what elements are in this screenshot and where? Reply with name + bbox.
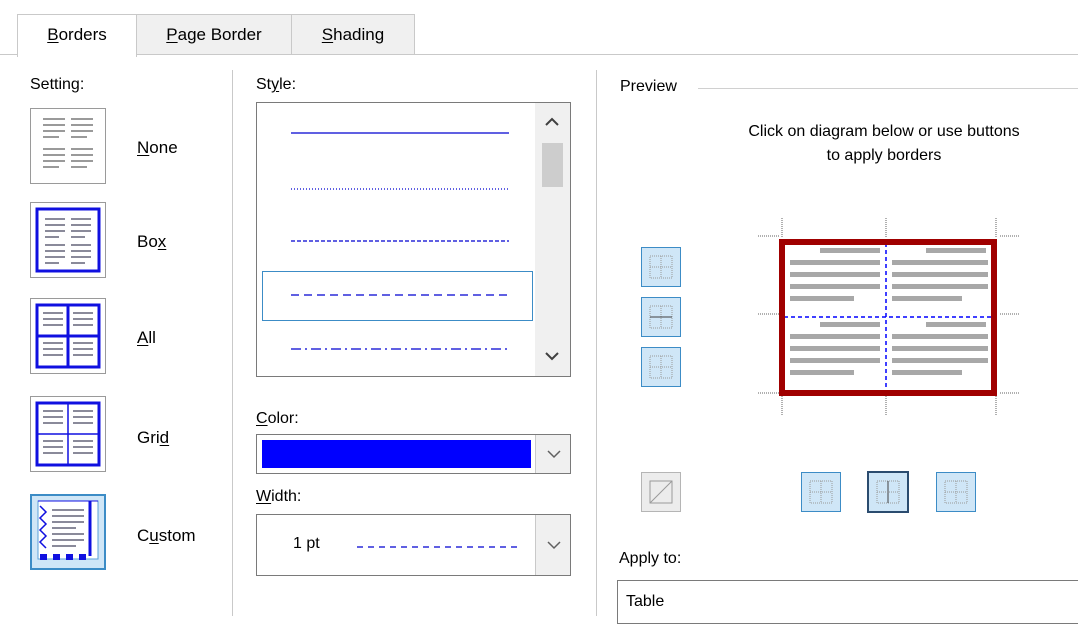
setting-grid-label: Grid	[137, 428, 170, 447]
setting-box-icon	[35, 207, 101, 273]
scroll-down-icon[interactable]	[545, 351, 559, 361]
preview-diagram[interactable]	[756, 216, 1022, 418]
left-border-icon	[809, 480, 833, 504]
style-selected-highlight	[262, 271, 533, 321]
left-border-button[interactable]	[801, 472, 841, 512]
top-border-button[interactable]	[641, 247, 681, 287]
column-divider-1	[232, 70, 233, 616]
preview-instruction-line-2: to apply borders	[826, 147, 942, 164]
color-label: Color:	[256, 410, 299, 427]
top-border-icon	[649, 255, 673, 279]
setting-all-button[interactable]	[30, 298, 106, 374]
setting-all-icon	[35, 303, 101, 369]
color-dropdown-arrow[interactable]	[535, 435, 570, 473]
tab-page-border-rest: age Border	[177, 25, 262, 44]
diagonal-border-icon	[649, 480, 673, 504]
color-dropdown[interactable]	[256, 434, 571, 474]
preview-group-line	[698, 88, 1078, 89]
width-label: Width:	[256, 488, 302, 505]
tab-page-border[interactable]: Page Border	[136, 14, 292, 55]
setting-label: Setting:	[30, 76, 85, 93]
inside-vertical-border-button[interactable]	[867, 471, 909, 513]
setting-grid-button[interactable]	[30, 396, 106, 472]
style-lines	[291, 132, 509, 350]
setting-box-button[interactable]	[30, 202, 106, 278]
chevron-down-icon	[547, 450, 561, 459]
preview-instructions: Click on diagram below or use buttons to…	[690, 120, 1078, 168]
style-scrollbar[interactable]	[535, 103, 570, 376]
preview-label: Preview	[620, 78, 677, 95]
apply-to-value: Table	[626, 593, 665, 610]
style-label: Style:	[256, 76, 297, 93]
bottom-border-icon	[649, 355, 673, 379]
tab-bar: Borders Page Border Shading	[0, 0, 1078, 57]
tab-borders-accel: B	[47, 25, 59, 44]
column-divider-2	[596, 70, 597, 616]
apply-to-dropdown[interactable]: Table	[617, 580, 1078, 624]
tab-shading-rest: hading	[333, 25, 385, 44]
chevron-down-icon	[547, 541, 561, 550]
tab-shading[interactable]: Shading	[291, 14, 415, 55]
width-dropdown-arrow[interactable]	[535, 515, 570, 575]
width-line-sample	[357, 546, 517, 548]
diagonal-border-button[interactable]	[641, 472, 681, 512]
tab-borders[interactable]: Borders	[17, 14, 137, 57]
setting-box-label: Box	[137, 232, 167, 251]
setting-none-button[interactable]	[30, 108, 106, 184]
style-scroll-thumb[interactable]	[542, 143, 563, 187]
width-value: 1 pt	[293, 535, 320, 552]
right-border-icon	[944, 480, 968, 504]
scroll-up-icon[interactable]	[545, 117, 559, 127]
setting-grid-icon	[35, 401, 101, 467]
setting-custom-label: Custom	[137, 526, 196, 545]
tab-divider	[0, 54, 1078, 55]
right-border-button[interactable]	[936, 472, 976, 512]
preview-instruction-line-1: Click on diagram below or use buttons	[748, 123, 1020, 140]
tab-shading-accel: S	[321, 25, 334, 44]
apply-to-label: Apply to:	[619, 550, 682, 567]
setting-none-icon	[43, 118, 93, 168]
bottom-border-button[interactable]	[641, 347, 681, 387]
setting-custom-icon	[37, 500, 99, 560]
tab-borders-rest: orders	[58, 25, 107, 44]
inside-vertical-border-icon	[876, 480, 900, 504]
tab-page-border-accel: P	[166, 25, 178, 44]
style-listbox[interactable]	[256, 102, 571, 377]
color-swatch	[262, 440, 531, 468]
width-dropdown[interactable]: 1 pt	[256, 514, 571, 576]
inside-horizontal-border-icon	[649, 305, 673, 329]
setting-none-label: None	[137, 138, 178, 157]
inside-horizontal-border-button[interactable]	[641, 297, 681, 337]
setting-custom-button[interactable]	[30, 494, 106, 570]
setting-all-label: All	[137, 328, 156, 347]
